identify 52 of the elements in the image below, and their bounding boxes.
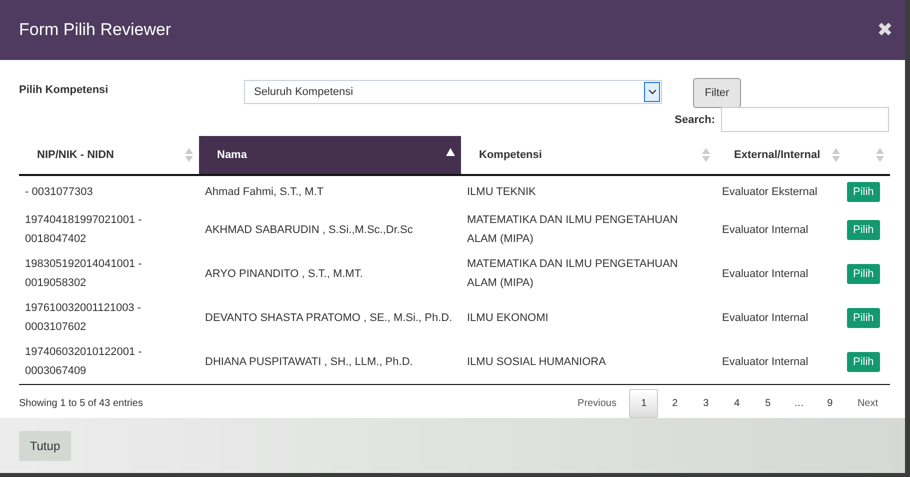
search-label: Search:: [674, 114, 715, 126]
filter-label: Pilih Kompetensi: [19, 83, 110, 96]
table-cell-text: DEVANTO SHASTA PRATOMO , SE., M.Si., Ph.D.: [204, 310, 454, 326]
page-button[interactable]: 5: [753, 389, 782, 418]
table-cell: - 0031077303: [19, 175, 199, 208]
select-button[interactable]: Pilih: [847, 182, 880, 202]
page-button[interactable]: 1: [629, 389, 658, 418]
table-cell: Ahmad Fahmi, S.T., M.T: [199, 175, 461, 208]
table-cell: Evaluator Eksternal: [716, 175, 846, 208]
table-cell-text: Evaluator Internal: [721, 310, 810, 326]
select-button[interactable]: Pilih: [847, 352, 880, 372]
competence-select[interactable]: Seluruh Kompetensi: [244, 80, 662, 104]
page-button[interactable]: 4: [722, 389, 752, 418]
column-header[interactable]: NIP/NIK - NIDN: [19, 136, 199, 175]
column-header[interactable]: Nama: [199, 136, 461, 175]
table-cell-text: MATEMATIKA DAN ILMU PENGETAHUAN ALAM (MIPA): [466, 257, 679, 291]
caret-icon: [644, 82, 660, 102]
select-button[interactable]: Pilih: [847, 308, 880, 328]
sort-icon: [702, 148, 710, 162]
column-header[interactable]: Kompetensi: [461, 136, 716, 175]
close-button[interactable]: Tutup: [19, 430, 71, 460]
select-button[interactable]: Pilih: [847, 220, 880, 240]
sort-icon: [185, 148, 193, 162]
page-button[interactable]: 2: [660, 389, 690, 418]
previous-link[interactable]: Previous: [566, 389, 628, 418]
table-cell-text: DHIANA PUSPITAWATI , SH., LLM., Ph.D.: [204, 354, 414, 370]
table-cell-text: MATEMATIKA DAN ILMU PENGETAHUAN ALAM (MIPA): [466, 213, 679, 247]
select-button[interactable]: Pilih: [847, 264, 880, 284]
next-link[interactable]: Next: [845, 389, 890, 418]
sort-ascending-icon: [446, 148, 455, 156]
sort-icon: [876, 148, 884, 162]
page-button[interactable]: 3: [691, 389, 720, 418]
sort-icon: [832, 148, 840, 162]
table-cell-text: 197610032001121003 - 0003107602: [24, 301, 142, 335]
table-cell-text: Evaluator Internal: [721, 354, 810, 370]
table-cell-text: ARYO PINANDITO , S.T., M.MT.: [204, 266, 364, 282]
filter-button[interactable]: Filter: [693, 78, 741, 108]
table-cell-text: ILMU EKONOMI: [466, 310, 550, 326]
table-cell-text: Evaluator Internal: [721, 266, 810, 282]
table-cell-text: 198305192014041001 - 0019058302: [24, 257, 143, 291]
close-button[interactable]: ✖: [877, 18, 893, 42]
table-cell-text: ILMU SOSIAL HUMANIORA: [466, 354, 607, 370]
page-button[interactable]: 9: [815, 389, 844, 418]
table-cell-text: 197406032010122001 - 0003067409: [24, 345, 143, 379]
page-button[interactable]: …: [784, 389, 814, 418]
table-cell-text: Evaluator Internal: [721, 222, 810, 238]
modal-title: Form Pilih Reviewer: [19, 20, 172, 40]
table-cell: ILMU TEKNIK: [461, 175, 716, 208]
table-cell-text: 197404181997021001 - 0018047402: [24, 213, 143, 247]
search-field[interactable]: [721, 107, 889, 132]
table-cell-text: AKHMAD SABARUDIN , S.Si.,M.Sc.,Dr.Sc: [204, 222, 414, 238]
entries-info: Showing 1 to 5 of 43 entries: [19, 398, 143, 409]
